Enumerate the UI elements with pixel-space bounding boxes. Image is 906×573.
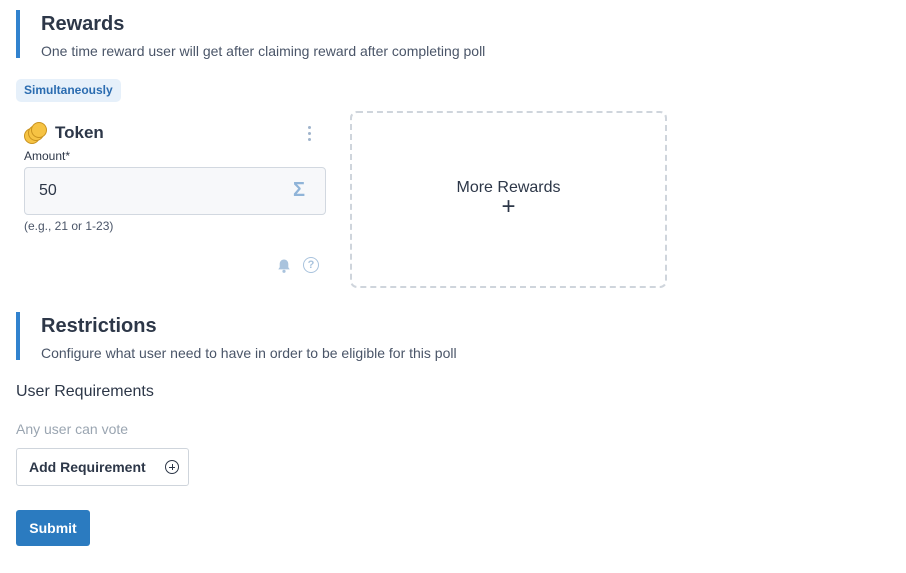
plus-icon: + [501, 192, 516, 220]
add-requirement-label: Add Requirement [29, 459, 146, 475]
coins-icon [24, 122, 47, 144]
rewards-title: Rewards [41, 13, 125, 35]
submit-button[interactable]: Submit [16, 510, 90, 546]
reward-header: Token [24, 122, 104, 144]
amount-label-text: Amount [24, 149, 66, 163]
amount-hint: (e.g., 21 or 1-23) [24, 219, 114, 233]
amount-label: Amount* [24, 149, 70, 163]
reward-name: Token [55, 123, 104, 142]
bell-icon[interactable] [276, 258, 292, 274]
more-options-icon[interactable] [306, 126, 312, 141]
help-icon[interactable]: ? [303, 257, 319, 273]
user-requirements-title: User Requirements [16, 383, 154, 400]
sigma-icon[interactable]: Σ [293, 179, 305, 202]
more-rewards-button[interactable]: More Rewards + [350, 111, 667, 288]
restrictions-description: Configure what user need to have in orde… [41, 345, 457, 361]
plus-circle-icon [165, 460, 179, 474]
add-requirement-button[interactable]: Add Requirement [16, 448, 189, 486]
token-reward-card: Token Amount* 50 Σ (e.g., 21 or 1-23) ? [16, 118, 334, 288]
required-marker: * [65, 149, 71, 163]
reward-mode-badge[interactable]: Simultaneously [16, 79, 121, 102]
rewards-description: One time reward user will get after clai… [41, 43, 486, 59]
user-requirements-empty: Any user can vote [16, 421, 129, 437]
restrictions-title: Restrictions [41, 315, 157, 337]
amount-value: 50 [39, 182, 57, 199]
restrictions-section-header: Restrictions Configure what user need to… [16, 312, 457, 361]
rewards-section-header: Rewards One time reward user will get af… [16, 10, 486, 59]
amount-input[interactable]: 50 Σ [24, 167, 326, 215]
